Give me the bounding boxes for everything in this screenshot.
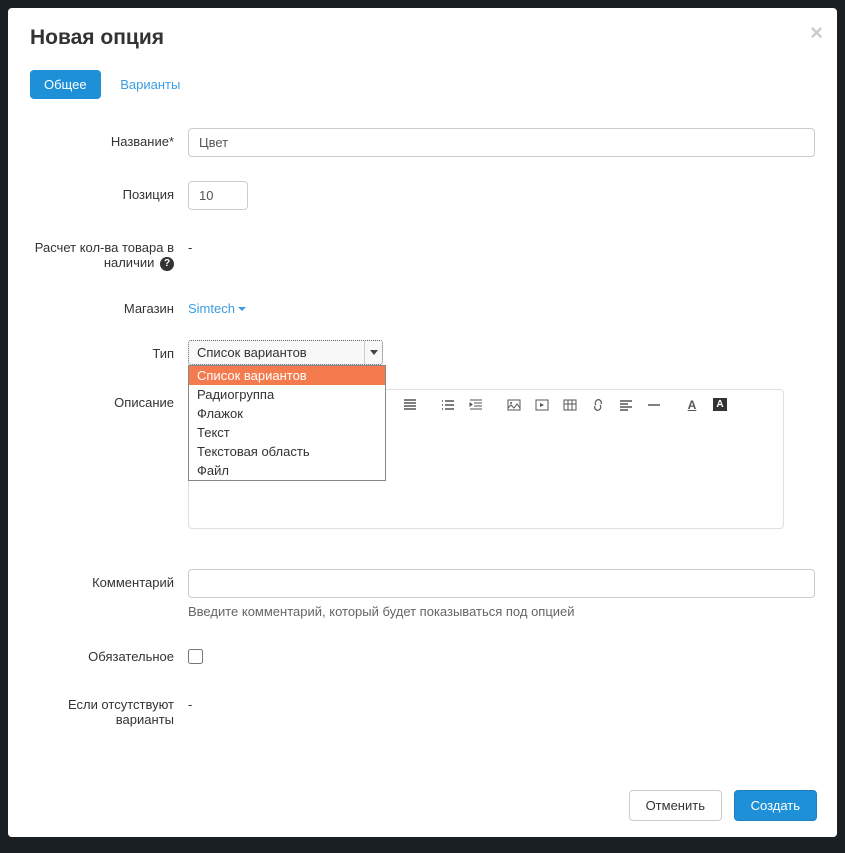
row-position: Позиция: [30, 181, 815, 210]
font-color-icon[interactable]: A: [679, 394, 705, 416]
type-option[interactable]: Радиогруппа: [189, 385, 385, 404]
inventory-value: -: [188, 234, 815, 255]
help-icon[interactable]: ?: [160, 257, 174, 271]
bg-color-icon[interactable]: A: [707, 394, 733, 416]
label-type: Тип: [30, 340, 188, 361]
label-comment: Комментарий: [30, 569, 188, 590]
store-dropdown[interactable]: Simtech: [188, 295, 246, 316]
hr-icon[interactable]: [641, 394, 667, 416]
tab-variants[interactable]: Варианты: [106, 70, 194, 99]
row-description: Описание: [30, 389, 815, 529]
align-icon[interactable]: [613, 394, 639, 416]
type-option[interactable]: Список вариантов: [189, 366, 385, 385]
type-option[interactable]: Текстовая область: [189, 442, 385, 461]
table-icon[interactable]: [557, 394, 583, 416]
tab-general[interactable]: Общее: [30, 70, 101, 99]
label-name: Название*: [30, 128, 188, 149]
row-comment: Комментарий Введите комментарий, который…: [30, 569, 815, 619]
modal-dialog: Новая опция × Общее Варианты Название* П…: [8, 8, 837, 837]
row-store: Магазин Simtech: [30, 295, 815, 316]
align-justify-icon[interactable]: [397, 394, 423, 416]
label-missing-variants: Если отсутствуют варианты: [30, 691, 188, 727]
label-description: Описание: [30, 389, 188, 410]
create-button[interactable]: Создать: [734, 790, 817, 821]
label-inventory: Расчет кол-ва товара в наличии ?: [30, 234, 188, 271]
type-option[interactable]: Файл: [189, 461, 385, 480]
label-required: Обязательное: [30, 643, 188, 664]
tabs: Общее Варианты: [8, 70, 837, 100]
list-icon[interactable]: [435, 394, 461, 416]
close-icon[interactable]: ×: [810, 20, 823, 46]
position-input[interactable]: [188, 181, 248, 210]
chevron-down-icon: [364, 341, 382, 364]
row-name: Название*: [30, 128, 815, 157]
cancel-button[interactable]: Отменить: [629, 790, 722, 821]
chevron-down-icon: [238, 307, 246, 311]
label-position: Позиция: [30, 181, 188, 202]
type-option[interactable]: Флажок: [189, 404, 385, 423]
link-icon[interactable]: [585, 394, 611, 416]
comment-helper: Введите комментарий, который будет показ…: [188, 604, 815, 619]
modal-header: Новая опция ×: [8, 8, 837, 70]
row-required: Обязательное: [30, 643, 815, 667]
row-type: Тип Список вариантов Список вариантов Ра…: [30, 340, 815, 365]
modal-footer: Отменить Создать: [8, 773, 837, 837]
modal-title: Новая опция: [30, 26, 815, 50]
missing-variants-value: -: [188, 691, 815, 712]
video-icon[interactable]: [529, 394, 555, 416]
type-option[interactable]: Текст: [189, 423, 385, 442]
modal-body: Название* Позиция Расчет кол-ва товара в…: [8, 100, 837, 773]
image-icon[interactable]: [501, 394, 527, 416]
indent-icon[interactable]: [463, 394, 489, 416]
required-checkbox[interactable]: [188, 649, 203, 664]
label-store: Магазин: [30, 295, 188, 316]
row-missing-variants: Если отсутствуют варианты -: [30, 691, 815, 727]
type-dropdown-list: Список вариантов Радиогруппа Флажок Текс…: [188, 365, 386, 481]
type-select[interactable]: Список вариантов: [188, 340, 383, 365]
row-inventory: Расчет кол-ва товара в наличии ? -: [30, 234, 815, 271]
name-input[interactable]: [188, 128, 815, 157]
comment-input[interactable]: [188, 569, 815, 598]
